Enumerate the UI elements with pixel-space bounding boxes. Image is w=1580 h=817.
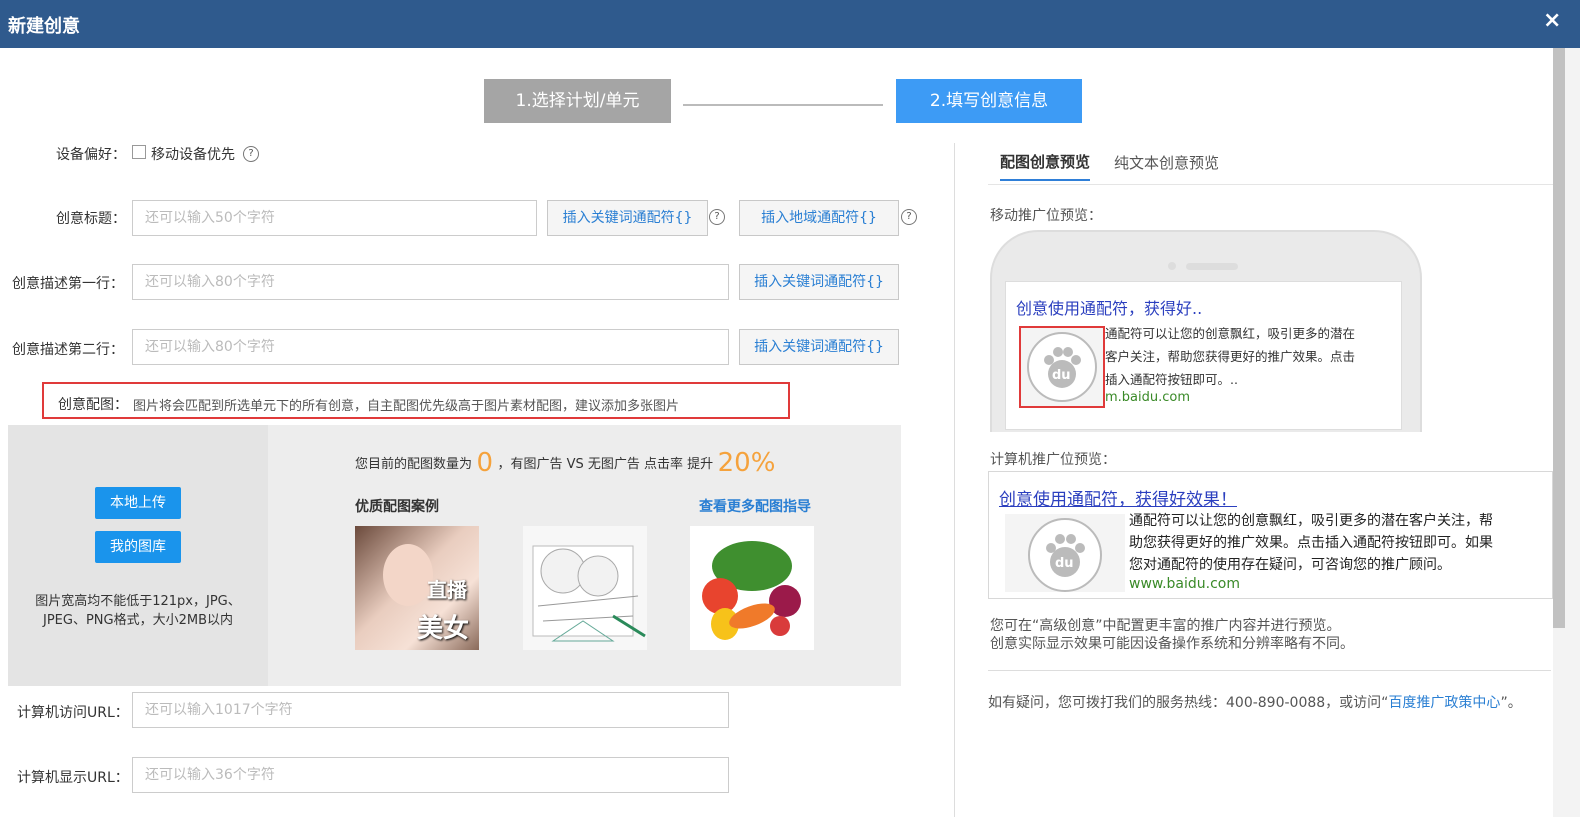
mobile-ad-url: m.baidu.com	[1105, 390, 1191, 405]
insert-keyword-button[interactable]: 插入关键词通配符{}	[739, 264, 899, 300]
requirement-line: JPEG、PNG格式，大小2MB以内	[42, 613, 233, 628]
desc-line: 您对通配符的使用存在疑问，可咨询您的推广顾问。	[1129, 557, 1451, 573]
paw-icon	[1044, 347, 1081, 388]
help-icon[interactable]: ?	[709, 209, 725, 225]
local-upload-button[interactable]: 本地上传	[95, 487, 181, 519]
pc-ad-image: du	[1005, 514, 1125, 592]
divider	[988, 670, 1551, 671]
overlay-text: 直播	[427, 578, 467, 602]
phone-camera	[1168, 262, 1176, 270]
image-label: 创意配图：	[58, 397, 128, 413]
mobile-ad-title[interactable]: 创意使用通配符，获得好..	[1016, 295, 1202, 319]
tab-underline	[1000, 179, 1090, 181]
title-input[interactable]: 还可以输入50个字符	[132, 200, 537, 236]
mobile-preview-label: 移动推广位预览：	[990, 208, 1102, 224]
blueprint-drawing	[532, 545, 646, 642]
image-stat: 您目前的配图数量为 0 ，有图广告 VS 无图广告 点击率 提升 20%	[355, 448, 775, 478]
desc2-input[interactable]: 还可以输入80个字符	[132, 329, 729, 365]
title-label: 创意标题：	[56, 211, 126, 227]
step-1[interactable]: 1.选择计划/单元	[484, 79, 671, 123]
dialog-header: 新建创意 ×	[0, 0, 1580, 48]
pc-ad-title[interactable]: 创意使用通配符，获得好效果！	[999, 485, 1237, 510]
help-suffix: ”。	[1500, 695, 1522, 711]
desc2-label: 创意描述第二行：	[12, 342, 124, 358]
mobile-ad-image: du	[1019, 326, 1105, 408]
pc-url-label: 计算机访问URL：	[17, 705, 129, 721]
note-line: 您可在“高级创意”中配置更丰富的推广内容并进行预览。	[990, 618, 1341, 634]
pc-ad-desc: 通配符可以让您的创意飘红，吸引更多的潜在客户关注，帮 助您获得更好的推广效果。点…	[1129, 510, 1493, 576]
mobile-first-checkbox[interactable]	[132, 145, 146, 159]
upload-requirement: 图片宽高均不能低于121px，JPG、 JPEG、PNG格式，大小2MB以内	[8, 590, 268, 628]
pc-ad-url: www.baidu.com	[1129, 576, 1240, 592]
help-line: 如有疑问，您可拨打我们的服务热线：400-890-0088，或访问“百度推广政策…	[988, 692, 1522, 712]
example-image-blueprint	[523, 526, 647, 650]
help-icon[interactable]: ?	[243, 146, 259, 162]
phone-speaker	[1186, 263, 1238, 270]
pc-preview-label: 计算机推广位预览：	[990, 452, 1116, 468]
preview-notes: 您可在“高级创意”中配置更丰富的推广内容并进行预览。 创意实际显示效果可能因设备…	[990, 617, 1354, 653]
baidu-logo: du	[1028, 518, 1102, 592]
mobile-first-label: 移动设备优先	[151, 147, 235, 163]
desc1-input[interactable]: 还可以输入80个字符	[132, 264, 729, 300]
mobile-ad-card: 创意使用通配符，获得好.. du 通配符可以让您的创意飘红，吸引更多的潜在 客户…	[1005, 281, 1402, 430]
stat-count: 0	[476, 448, 494, 478]
pc-url-input[interactable]: 还可以输入1017个字符	[132, 692, 729, 728]
desc-line: 客户关注，帮助您获得更好的推广效果。点击	[1105, 349, 1356, 364]
desc-line: 通配符可以让您的创意飘红，吸引更多的潜在客户关注，帮	[1129, 513, 1493, 529]
policy-center-link[interactable]: 百度推广政策中心	[1388, 695, 1500, 711]
stat-percent: 20%	[717, 448, 776, 478]
baidu-logo: du	[1027, 332, 1097, 402]
requirement-line: 图片宽高均不能低于121px，JPG、	[35, 594, 241, 609]
example-image-live: 直播 美女	[355, 526, 479, 650]
vegetables-drawing	[702, 541, 801, 640]
help-icon[interactable]: ?	[901, 209, 917, 225]
overlay-text: 美女	[417, 614, 470, 644]
pc-display-label: 计算机显示URL：	[17, 770, 129, 786]
panel-divider	[954, 143, 955, 817]
pc-ad-card: 创意使用通配符，获得好效果！ du 通配符可以让您的创意飘红，吸引更多的潜在客户…	[988, 471, 1553, 599]
logo-text: du	[1055, 556, 1074, 571]
step-connector	[683, 104, 883, 106]
device-label: 设备偏好：	[56, 147, 126, 163]
note-line: 创意实际显示效果可能因设备操作系统和分辨率略有不同。	[990, 636, 1354, 652]
step-2[interactable]: 2.填写创意信息	[896, 79, 1082, 123]
stat-middle: ，有图广告 VS 无图广告 点击率 提升	[497, 457, 714, 472]
insert-keyword-button[interactable]: 插入关键词通配符{}	[547, 200, 708, 236]
dialog-title: 新建创意	[8, 16, 80, 37]
insert-keyword-button[interactable]: 插入关键词通配符{}	[739, 329, 899, 365]
stat-prefix: 您目前的配图数量为	[355, 457, 473, 472]
example-image-vegetables	[690, 526, 814, 650]
tab-text-preview[interactable]: 纯文本创意预览	[1114, 152, 1219, 173]
insert-region-button[interactable]: 插入地域通配符{}	[739, 200, 899, 236]
tab-separator	[988, 184, 1553, 185]
desc-line: 助您获得更好的推广效果。点击插入通配符按钮即可。如果	[1129, 535, 1493, 551]
desc-line: 通配符可以让您的创意飘红，吸引更多的潜在	[1105, 326, 1356, 341]
scrollbar-thumb[interactable]	[1553, 48, 1565, 628]
close-icon[interactable]: ×	[1543, 8, 1561, 33]
paw-icon	[1046, 534, 1085, 577]
examples-title: 优质配图案例	[355, 499, 439, 515]
logo-text: du	[1052, 368, 1071, 383]
image-hint-box: 创意配图： 图片将会匹配到所选单元下的所有创意，自主配图优先级高于图片素材配图，…	[42, 382, 790, 419]
tab-image-preview[interactable]: 配图创意预览	[1000, 151, 1090, 172]
pc-display-input[interactable]: 还可以输入36个字符	[132, 757, 729, 793]
desc1-label: 创意描述第一行：	[12, 276, 124, 292]
more-guide-link[interactable]: 查看更多配图指导	[699, 496, 811, 516]
help-prefix: 如有疑问，您可拨打我们的服务热线：400-890-0088，或访问“	[988, 695, 1389, 711]
my-gallery-button[interactable]: 我的图库	[95, 531, 181, 563]
mobile-ad-desc: 通配符可以让您的创意飘红，吸引更多的潜在 客户关注，帮助您获得更好的推广效果。点…	[1105, 322, 1355, 391]
image-hint: 图片将会匹配到所选单元下的所有创意，自主配图优先级高于图片素材配图，建议添加多张…	[133, 399, 680, 414]
face-shape	[383, 544, 433, 606]
desc-line: 插入通配符按钮即可。..	[1105, 372, 1238, 387]
